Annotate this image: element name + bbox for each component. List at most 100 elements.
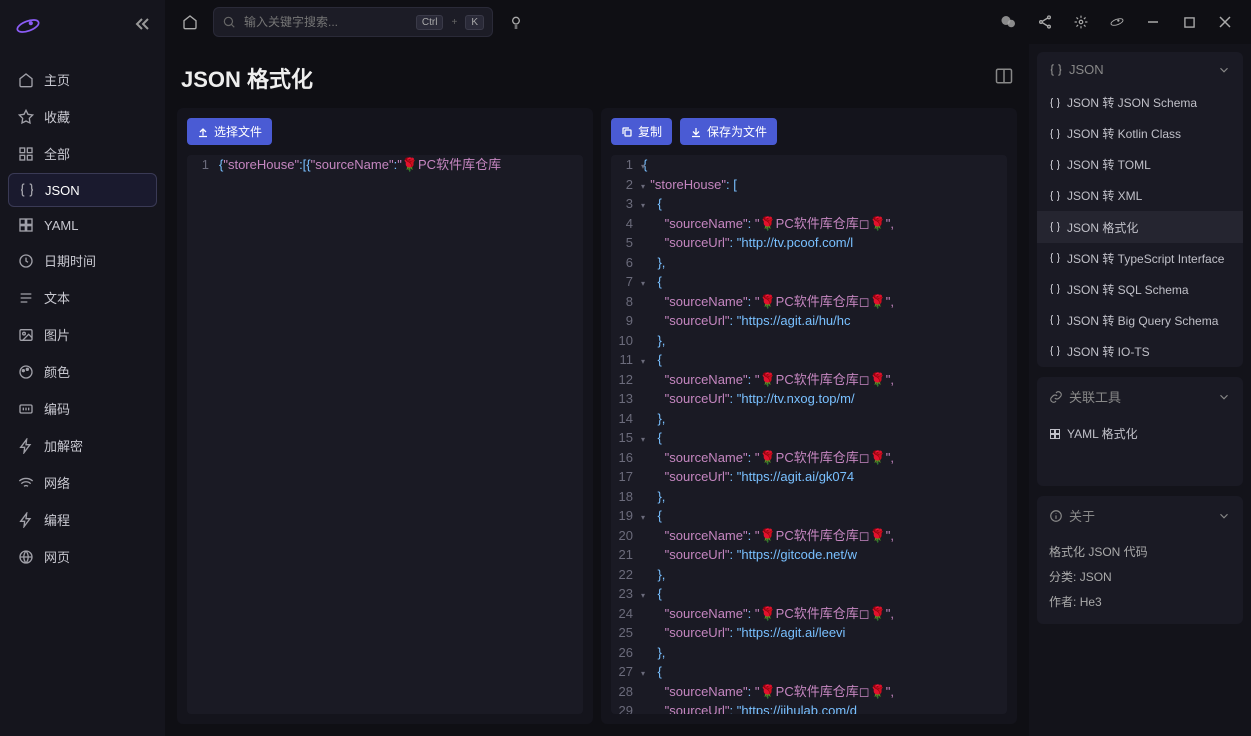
related-tools-header[interactable]: 关联工具 bbox=[1037, 377, 1243, 416]
layout-toggle-icon[interactable] bbox=[995, 67, 1013, 90]
clock-icon bbox=[18, 253, 34, 269]
sidebar-item-text[interactable]: 文本 bbox=[8, 280, 157, 315]
tool-item[interactable]: JSON 转 SQL Schema bbox=[1037, 274, 1243, 305]
bolt-icon bbox=[18, 438, 34, 454]
kbd-plus: + bbox=[451, 17, 457, 28]
text-icon bbox=[18, 290, 34, 306]
copy-icon bbox=[621, 126, 633, 138]
output-editor[interactable]: 1{2 "storeHouse": [3 {4 "sourceName": "🌹… bbox=[611, 155, 1007, 714]
about-author: 作者: He3 bbox=[1049, 593, 1231, 610]
settings-icon[interactable] bbox=[1065, 7, 1097, 37]
image-icon bbox=[18, 327, 34, 343]
sidebar-item-label: 颜色 bbox=[44, 362, 70, 381]
sidebar-item-wifi[interactable]: 网络 bbox=[8, 465, 157, 500]
braces-icon bbox=[1049, 345, 1061, 357]
about-category: 分类: JSON bbox=[1049, 568, 1231, 585]
wechat-icon[interactable] bbox=[993, 7, 1025, 37]
braces-icon bbox=[19, 182, 35, 198]
sidebar-item-clock[interactable]: 日期时间 bbox=[8, 243, 157, 278]
braces-icon bbox=[1049, 63, 1063, 77]
about-desc: 格式化 JSON 代码 bbox=[1049, 543, 1231, 560]
input-pane: 选择文件 1{"storeHouse":[{"sourceName":"🌹PC软… bbox=[177, 108, 593, 724]
tool-item[interactable]: JSON 转 TypeScript Interface bbox=[1037, 243, 1243, 274]
tool-item-label: JSON 转 TypeScript Interface bbox=[1067, 250, 1224, 267]
collapse-sidebar-icon[interactable] bbox=[135, 16, 151, 37]
tool-item[interactable]: JSON 格式化 bbox=[1037, 211, 1243, 242]
sidebar-item-bolt[interactable]: 加解密 bbox=[8, 428, 157, 463]
about-header[interactable]: 关于 bbox=[1037, 496, 1243, 535]
braces-icon bbox=[1049, 159, 1061, 171]
sidebar-item-label: 编码 bbox=[44, 399, 70, 418]
wifi-icon bbox=[18, 475, 34, 491]
app-logo bbox=[14, 12, 42, 40]
braces-icon bbox=[1049, 314, 1061, 326]
input-editor[interactable]: 1{"storeHouse":[{"sourceName":"🌹PC软件库仓库 bbox=[187, 155, 583, 714]
braces-icon bbox=[1049, 283, 1061, 295]
tool-item[interactable]: JSON 转 IO-TS bbox=[1037, 336, 1243, 367]
related-item-label: YAML 格式化 bbox=[1067, 425, 1138, 442]
about-title: 关于 bbox=[1069, 506, 1095, 525]
sidebar-item-label: 网络 bbox=[44, 473, 70, 492]
choose-file-label: 选择文件 bbox=[214, 123, 262, 140]
tool-item[interactable]: JSON 转 Big Query Schema bbox=[1037, 305, 1243, 336]
star-icon bbox=[18, 109, 34, 125]
planet-icon[interactable] bbox=[1101, 7, 1133, 37]
sidebar-item-image[interactable]: 图片 bbox=[8, 317, 157, 352]
sidebar-item-boxes[interactable]: YAML bbox=[8, 209, 157, 241]
tool-item[interactable]: JSON 转 JSON Schema bbox=[1037, 87, 1243, 118]
palette-icon bbox=[18, 364, 34, 380]
kbd-ctrl: Ctrl bbox=[416, 15, 444, 30]
save-file-button[interactable]: 保存为文件 bbox=[680, 118, 777, 145]
share-icon[interactable] bbox=[1029, 7, 1061, 37]
chevron-down-icon bbox=[1217, 509, 1231, 523]
sidebar-item-globe[interactable]: 网页 bbox=[8, 539, 157, 574]
choose-file-button[interactable]: 选择文件 bbox=[187, 118, 272, 145]
bolt-icon bbox=[18, 512, 34, 528]
json-tools-header[interactable]: JSON bbox=[1037, 52, 1243, 87]
tool-item-label: JSON 转 Big Query Schema bbox=[1067, 312, 1218, 329]
info-icon bbox=[1049, 509, 1063, 523]
tool-item-label: JSON 转 Kotlin Class bbox=[1067, 125, 1181, 142]
tool-item-label: JSON 转 TOML bbox=[1067, 156, 1151, 173]
about-section: 关于 格式化 JSON 代码 分类: JSON 作者: He3 bbox=[1037, 496, 1243, 624]
download-icon bbox=[690, 126, 702, 138]
tool-item[interactable]: JSON 转 Kotlin Class bbox=[1037, 118, 1243, 149]
search-box[interactable]: Ctrl + K bbox=[213, 7, 493, 37]
braces-icon bbox=[1049, 128, 1061, 140]
sidebar-item-palette[interactable]: 颜色 bbox=[8, 354, 157, 389]
sidebar-item-braces[interactable]: JSON bbox=[8, 173, 157, 207]
braces-icon bbox=[1049, 190, 1061, 202]
related-item[interactable]: YAML 格式化 bbox=[1037, 416, 1243, 451]
grid-icon bbox=[18, 146, 34, 162]
sidebar-item-label: 编程 bbox=[44, 510, 70, 529]
tool-item-label: JSON 转 JSON Schema bbox=[1067, 94, 1197, 111]
tool-item-label: JSON 转 SQL Schema bbox=[1067, 281, 1189, 298]
chevron-down-icon bbox=[1217, 63, 1231, 77]
related-tools-section: 关联工具 YAML 格式化 bbox=[1037, 377, 1243, 486]
related-tools-title: 关联工具 bbox=[1069, 387, 1121, 406]
close-button[interactable] bbox=[1209, 7, 1241, 37]
sidebar-item-bolt[interactable]: 编程 bbox=[8, 502, 157, 537]
home-button[interactable] bbox=[175, 7, 205, 37]
sidebar-item-label: 网页 bbox=[44, 547, 70, 566]
sidebar-item-label: 收藏 bbox=[44, 107, 70, 126]
home-icon bbox=[18, 72, 34, 88]
sidebar-item-encode[interactable]: 编码 bbox=[8, 391, 157, 426]
sidebar-item-grid[interactable]: 全部 bbox=[8, 136, 157, 171]
tool-item[interactable]: JSON 转 TOML bbox=[1037, 149, 1243, 180]
output-pane: 复制 保存为文件 1{2 "storeHouse": [3 {4 "source… bbox=[601, 108, 1017, 724]
braces-icon bbox=[1049, 221, 1061, 233]
boxes-icon bbox=[1049, 428, 1061, 440]
sidebar-item-label: 主页 bbox=[44, 70, 70, 89]
minimize-button[interactable] bbox=[1137, 7, 1169, 37]
sidebar-item-star[interactable]: 收藏 bbox=[8, 99, 157, 134]
search-input[interactable] bbox=[244, 15, 408, 29]
sidebar-item-home[interactable]: 主页 bbox=[8, 62, 157, 97]
tool-item[interactable]: JSON 转 XML bbox=[1037, 180, 1243, 211]
maximize-button[interactable] bbox=[1173, 7, 1205, 37]
upload-icon bbox=[197, 126, 209, 138]
copy-button[interactable]: 复制 bbox=[611, 118, 672, 145]
link-icon bbox=[1049, 390, 1063, 404]
search-icon bbox=[222, 15, 236, 29]
bulb-button[interactable] bbox=[501, 7, 531, 37]
